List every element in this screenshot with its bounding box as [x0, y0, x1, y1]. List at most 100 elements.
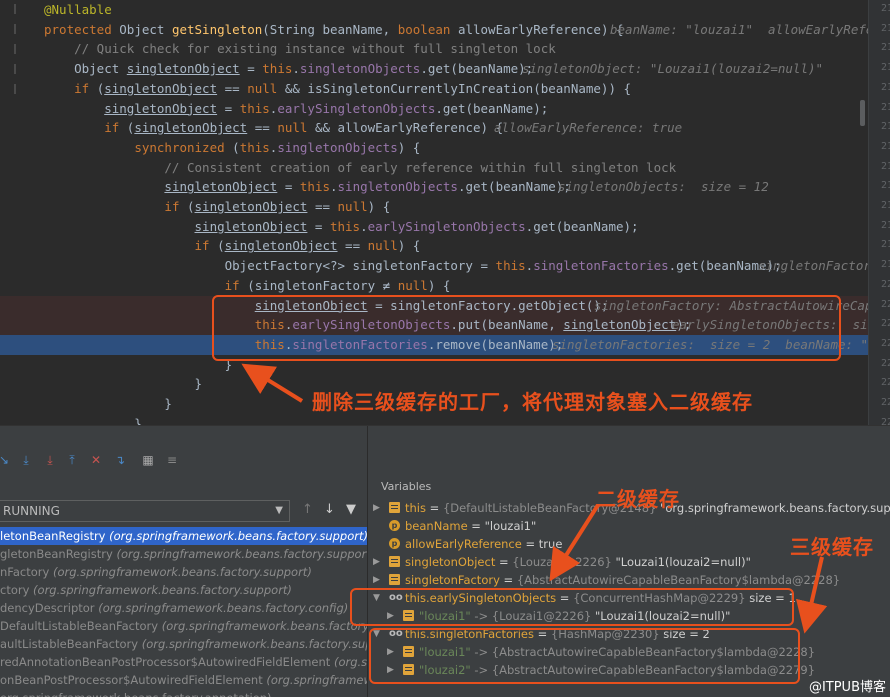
inline-debug-value: singletonObjects: size = 12	[558, 179, 769, 195]
code-line[interactable]: }	[0, 414, 868, 425]
code-line[interactable]: synchronized (this.singletonObjects) {	[0, 138, 868, 158]
code-token: .get(beanName);	[435, 100, 549, 116]
code-line[interactable]: if (singletonObject == null) {	[0, 236, 868, 256]
code-token: if	[194, 238, 218, 254]
code-token: Object	[44, 61, 127, 77]
fold-marker[interactable]	[14, 4, 16, 14]
code-token: if	[104, 120, 127, 136]
chevron-down-icon: ▼	[275, 505, 283, 516]
expand-arrow-icon[interactable]: ▶	[373, 571, 383, 589]
filter-icon[interactable]: ▼	[346, 502, 356, 517]
field-icon	[389, 556, 400, 567]
variable-row[interactable]: ▶ singletonFactory = {AbstractAutowireCap…	[369, 571, 890, 589]
stack-frame[interactable]: redAnnotationBeanPostProcessor$Autowired…	[0, 653, 367, 671]
stack-frame[interactable]: gletonBeanRegistry (org.springframework.…	[0, 545, 367, 563]
code-line[interactable]: protected Object getSingleton(String bea…	[0, 20, 881, 40]
stack-frame[interactable]: onBeanPostProcessor$AutowiredFieldElemen…	[0, 671, 367, 689]
line-number: 22	[881, 337, 890, 349]
stack-frame[interactable]: ctory (org.springframework.beans.factory…	[0, 581, 367, 599]
line-number: 21	[881, 140, 890, 152]
fold-marker[interactable]	[14, 44, 16, 54]
code-line[interactable]: Object singletonObject = this.singletonO…	[0, 59, 868, 79]
variable-separator: =	[467, 519, 485, 533]
stack-frame[interactable]: DefaultListableBeanFactory (org.springfr…	[0, 617, 367, 635]
frame-method: gletonBeanRegistry	[0, 547, 113, 561]
variable-value: "louzai1"	[484, 519, 537, 533]
frame-down-icon[interactable]: ↓	[324, 502, 335, 517]
stack-frame[interactable]: aultListableBeanFactory (org.springframe…	[0, 635, 367, 653]
code-line[interactable]: @Nullable	[0, 0, 868, 20]
code-text: // Consistent creation of early referenc…	[44, 158, 676, 178]
stack-frame[interactable]: dencyDescriptor (org.springframework.bea…	[0, 599, 367, 617]
code-line[interactable]: singletonObject = this.earlySingletonObj…	[0, 217, 868, 237]
fold-marker[interactable]	[14, 24, 16, 34]
code-line[interactable]: singletonObject = this.singletonObjects.…	[0, 177, 868, 197]
expand-arrow-icon[interactable]: ▶	[373, 499, 383, 517]
code-token: singletonObjects	[299, 61, 421, 77]
step-into-icon[interactable]: ⤓	[18, 452, 34, 468]
stack-frame[interactable]: org.springframework.beans.factory.annota…	[0, 689, 367, 697]
code-text: if (singletonObject == null) {	[44, 236, 421, 256]
code-token: this	[239, 100, 270, 116]
code-text: }	[44, 374, 203, 394]
code-line[interactable]: if (singletonObject == null && allowEarl…	[0, 118, 868, 138]
variable-name: singletonObject	[405, 555, 496, 569]
code-text: @Nullable	[44, 0, 112, 20]
variable-text: singletonFactory = {AbstractAutowireCapa…	[405, 571, 840, 589]
code-line[interactable]: ObjectFactory<?> singletonFactory = this…	[0, 256, 871, 276]
code-token: ) {	[427, 277, 451, 293]
code-line[interactable]: // Quick check for existing instance wit…	[0, 39, 868, 59]
frame-method: onBeanPostProcessor$AutowiredFieldElemen…	[0, 673, 263, 687]
code-token: null	[247, 80, 285, 96]
fold-marker[interactable]	[14, 64, 16, 74]
line-number: 22	[881, 397, 890, 408]
code-token: this	[262, 61, 293, 77]
code-line[interactable]: if (singletonObject == null && isSinglet…	[0, 79, 868, 99]
code-text: protected Object getSingleton(String bea…	[44, 20, 624, 40]
expand-arrow-icon[interactable]: ▶	[373, 553, 383, 571]
main-callout: 删除三级缓存的工厂，将代理对象塞入二级缓存	[312, 390, 753, 414]
code-line[interactable]: if (singletonObject == null) {	[0, 197, 868, 217]
fold-marker[interactable]	[14, 84, 16, 94]
editor-scrollbar-thumb[interactable]	[860, 100, 865, 126]
thread-selector[interactable]: RUNNING ▼	[0, 500, 290, 522]
code-token: null	[277, 120, 315, 136]
code-token: // Quick check for existing instance wit…	[44, 41, 556, 57]
line-number-gutter: 21 21 21 21 21 21 21 21 21 21 21 21 21 21 22 22 22 22 22 22…	[868, 0, 890, 425]
frame-package: (org.springframework.beans.factory.suppo…	[105, 529, 368, 543]
force-step-into-icon[interactable]: ⤓	[42, 452, 58, 468]
stack-frame[interactable]: nFactory (org.springframework.beans.fact…	[0, 563, 367, 581]
code-editor[interactable]: @Nullable protected Object getSingleton(S…	[0, 0, 890, 425]
evaluate-icon[interactable]: ▦	[140, 452, 156, 468]
code-token: singletonObjects	[277, 139, 398, 155]
code-token: =	[307, 218, 330, 234]
line-number: 21	[881, 239, 890, 251]
frame-package: (org.springframework.beans.factory.confi…	[94, 601, 349, 615]
line-number: 21	[881, 160, 890, 172]
run-to-cursor-icon[interactable]: ↴	[112, 452, 128, 468]
drop-frame-icon[interactable]: ✕	[88, 452, 104, 468]
frame-up-icon[interactable]: ↑	[302, 502, 313, 517]
code-text: if (singletonObject == null && allowEarl…	[44, 118, 503, 138]
code-line[interactable]: if (singletonFactory ≠ null) {	[0, 276, 868, 296]
step-over-icon[interactable]: ↘	[0, 452, 12, 468]
code-token: singletonObject	[164, 179, 278, 195]
code-token: ==	[247, 120, 278, 136]
code-token: }	[44, 356, 233, 372]
code-line[interactable]: // Consistent creation of early referenc…	[0, 158, 868, 178]
code-token: earlySingletonObjects	[277, 100, 436, 116]
step-out-icon[interactable]: ⤒	[64, 452, 80, 468]
variable-separator: =	[521, 537, 539, 551]
code-token: null	[367, 238, 398, 254]
code-token: singletonObject	[194, 218, 308, 234]
code-line[interactable]: singletonObject = this.earlySingletonObj…	[0, 99, 868, 119]
code-token: (	[187, 199, 195, 214]
stack-frame[interactable]: letonBeanRegistry (org.springframework.b…	[0, 527, 368, 545]
trace-icon[interactable]: ≡	[164, 452, 180, 468]
frame-method: dencyDescriptor	[0, 601, 95, 615]
code-token: (String beanName,	[262, 21, 398, 37]
frame-method: org.springframework.beans.factory.annota…	[0, 691, 272, 697]
